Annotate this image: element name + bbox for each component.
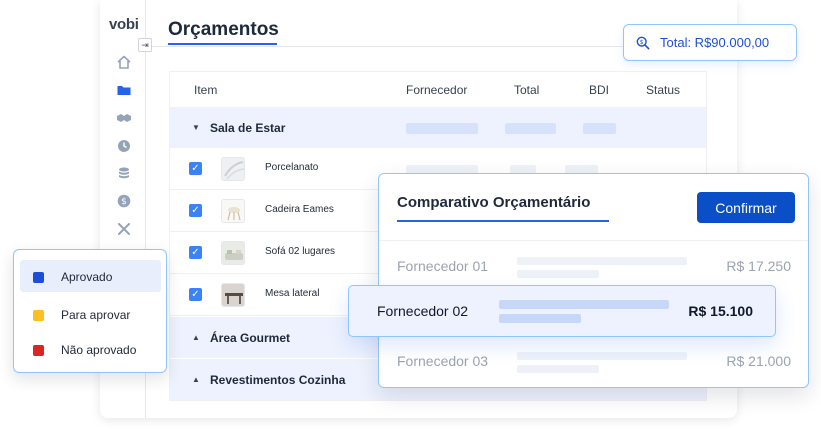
column-header-bdi[interactable]: BDI [589, 83, 609, 97]
selected-supplier-row[interactable]: Fornecedor 02 R$ 15.100 [348, 285, 776, 337]
row-checkbox[interactable]: ✓ [189, 204, 202, 217]
page-title: Orçamentos [168, 19, 279, 40]
comparison-title-underline [397, 220, 609, 222]
confirm-button[interactable]: Confirmar [697, 192, 795, 223]
row-checkbox[interactable]: ✓ [189, 162, 202, 175]
title-underline [168, 43, 277, 45]
legend-item-approved[interactable]: Aprovado [20, 260, 161, 292]
card-divider [379, 240, 808, 241]
total-badge[interactable]: $ Total: R$90.000,00 [623, 24, 797, 61]
supplier-price: R$ 15.100 [688, 303, 753, 319]
row-checkbox[interactable]: ✓ [189, 246, 202, 259]
total-skeleton [505, 123, 556, 134]
caret-up-icon[interactable]: ▲ [192, 333, 200, 342]
supplier-skeleton [517, 270, 599, 278]
supplier-skeleton [406, 123, 478, 134]
group-row-sala-de-estar[interactable]: ▼ Sala de Estar [170, 107, 706, 148]
legend-label: Para aprovar [61, 308, 131, 322]
tile-icon [221, 157, 245, 181]
supplier-skeleton [517, 365, 599, 373]
vobi-logo[interactable]: vobi [109, 16, 139, 33]
sofa-icon [221, 241, 245, 265]
group-label: Área Gourmet [210, 330, 291, 345]
item-name: Mesa lateral [265, 288, 320, 299]
supplier-price: R$ 17.250 [726, 258, 791, 274]
column-header-status[interactable]: Status [646, 83, 680, 97]
item-name: Cadeira Eames [265, 204, 334, 215]
status-swatch-yellow [33, 310, 44, 321]
folder-icon[interactable] [116, 82, 132, 98]
supplier-skeleton [499, 314, 581, 323]
legend-label: Não aprovado [61, 343, 137, 357]
comparison-title: Comparativo Orçamentário [397, 194, 591, 211]
supplier-skeleton [499, 300, 669, 309]
row-checkbox[interactable]: ✓ [189, 288, 202, 301]
column-header-supplier[interactable]: Fornecedor [406, 83, 467, 97]
svg-text:$: $ [640, 38, 644, 45]
home-icon[interactable] [116, 54, 132, 70]
svg-text:$: $ [121, 197, 127, 207]
bdi-skeleton [583, 123, 616, 134]
supplier-name[interactable]: Fornecedor 03 [397, 353, 488, 369]
supplier-name[interactable]: Fornecedor 01 [397, 258, 488, 274]
status-swatch-blue [33, 272, 44, 283]
total-value: Total: R$90.000,00 [660, 35, 770, 50]
column-header-item[interactable]: Item [194, 83, 217, 97]
caret-up-icon[interactable]: ▲ [192, 375, 200, 384]
supplier-name: Fornecedor 02 [377, 303, 469, 319]
search-dollar-icon: $ [636, 36, 650, 49]
item-name: Sofá 02 lugares [265, 246, 336, 257]
table-icon [221, 283, 245, 307]
chair-icon [221, 199, 245, 223]
supplier-skeleton [517, 352, 687, 360]
dollar-icon[interactable]: $ [116, 193, 132, 209]
group-label: Sala de Estar [210, 120, 286, 135]
item-name: Porcelanato [265, 162, 319, 173]
sidebar-collapse-button[interactable]: ⇥ [138, 38, 152, 52]
supplier-price: R$ 21.000 [726, 353, 791, 369]
legend-item-rejected[interactable]: Não aprovado [20, 333, 161, 365]
status-legend: Aprovado Para aprovar Não aprovado [13, 249, 167, 373]
handshake-icon[interactable] [116, 110, 132, 126]
status-swatch-red [33, 345, 44, 356]
clock-icon[interactable] [116, 138, 132, 154]
budget-comparison-card: Comparativo Orçamentário Confirmar Forne… [378, 173, 809, 388]
legend-label: Aprovado [61, 270, 113, 284]
group-label: Revestimentos Cozinha [210, 372, 346, 387]
column-header-total[interactable]: Total [514, 83, 539, 97]
coins-icon[interactable] [116, 165, 132, 181]
tools-icon[interactable] [116, 221, 132, 237]
caret-down-icon[interactable]: ▼ [192, 123, 200, 132]
legend-item-pending[interactable]: Para aprovar [20, 298, 161, 330]
supplier-skeleton [517, 257, 687, 265]
